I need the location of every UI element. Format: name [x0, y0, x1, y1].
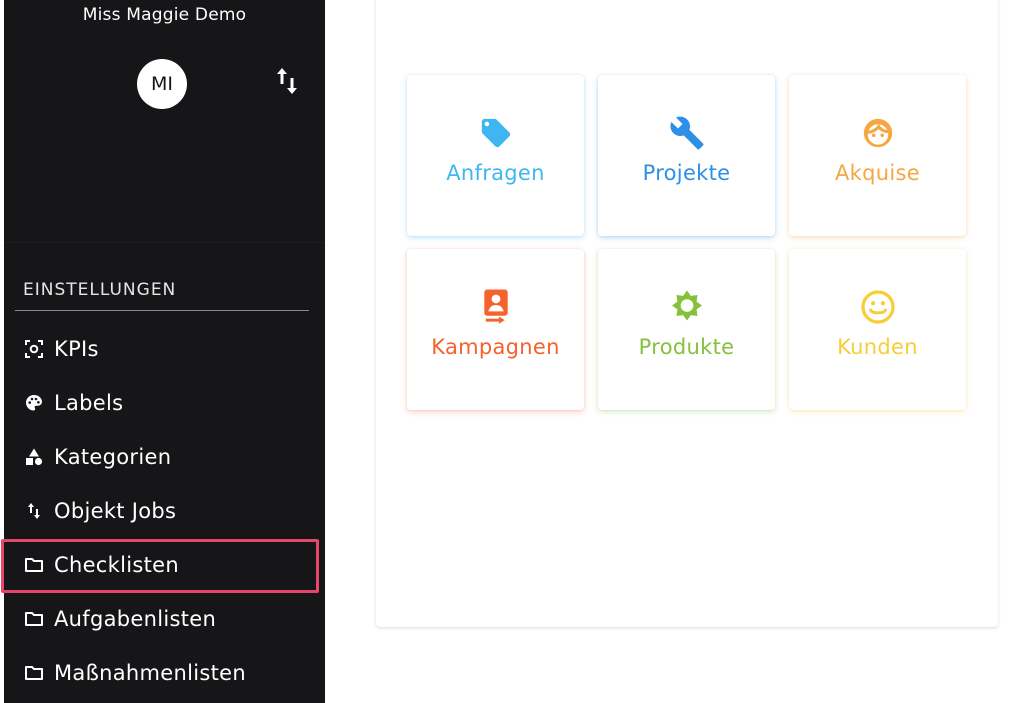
tile-kunden[interactable]: Kunden — [789, 249, 966, 410]
tile-anfragen[interactable]: Anfragen — [407, 75, 584, 236]
sidebar-item-label: Maßnahmenlisten — [54, 661, 246, 685]
tile-projekte[interactable]: Projekte — [598, 75, 775, 236]
tile-label: Anfragen — [446, 161, 545, 185]
section-heading-einstellungen: EINSTELLUNGEN — [23, 280, 177, 300]
sidebar-item-label: Aufgabenlisten — [54, 607, 217, 631]
sort-arrows-icon — [24, 501, 44, 521]
section-divider — [15, 310, 309, 311]
switch-button[interactable] — [272, 64, 302, 98]
sidebar-item-label: KPIs — [54, 337, 99, 361]
folder-icon — [24, 609, 44, 629]
main-panel: Anfragen Projekte Akquise Kampagnen Prod… — [376, 0, 998, 627]
sidebar-item-aufgabenlisten[interactable]: Aufgabenlisten — [4, 592, 325, 646]
tile-akquise[interactable]: Akquise — [789, 75, 966, 236]
tag-icon — [478, 115, 514, 151]
tile-label: Kampagnen — [431, 335, 560, 359]
settings-menu: KPIs Labels Kategorien Objekt Jobs Check… — [1, 322, 325, 700]
folder-icon — [24, 663, 44, 683]
avatar[interactable]: MI — [137, 59, 187, 109]
tile-kampagnen[interactable]: Kampagnen — [407, 249, 584, 410]
contact-badge-icon — [478, 289, 514, 325]
sidebar-item-objekt-jobs[interactable]: Objekt Jobs — [4, 484, 325, 538]
sidebar-item-massnahmenlisten[interactable]: Maßnahmenlisten — [4, 646, 325, 700]
sidebar-item-kategorien[interactable]: Kategorien — [4, 430, 325, 484]
divider — [4, 242, 325, 243]
sidebar-item-label: Objekt Jobs — [54, 499, 177, 523]
tile-label: Akquise — [835, 161, 920, 185]
sidebar-item-labels[interactable]: Labels — [4, 376, 325, 430]
tile-label: Projekte — [642, 161, 731, 185]
tile-label: Produkte — [638, 335, 735, 359]
face-icon — [860, 115, 896, 151]
kpi-scan-icon — [24, 339, 44, 359]
sidebar-item-label: Checklisten — [54, 553, 179, 577]
palette-icon — [24, 393, 44, 413]
sidebar-item-label: Labels — [54, 391, 124, 415]
sidebar-item-label: Kategorien — [54, 445, 172, 469]
sidebar: Miss Maggie Demo MI EINSTELLUNGEN KPIs L… — [1, 0, 325, 703]
sidebar-item-kpis[interactable]: KPIs — [4, 322, 325, 376]
sort-arrows-icon — [277, 68, 297, 94]
sidebar-item-checklisten[interactable]: Checklisten — [1, 538, 325, 593]
tile-produkte[interactable]: Produkte — [598, 249, 775, 410]
shapes-icon — [24, 447, 44, 467]
tile-label: Kunden — [837, 335, 918, 359]
organization-name: Miss Maggie Demo — [82, 5, 247, 25]
sun-gear-icon — [669, 289, 705, 325]
folder-icon — [24, 555, 44, 575]
wrench-icon — [669, 115, 705, 151]
smiley-icon — [860, 289, 896, 325]
